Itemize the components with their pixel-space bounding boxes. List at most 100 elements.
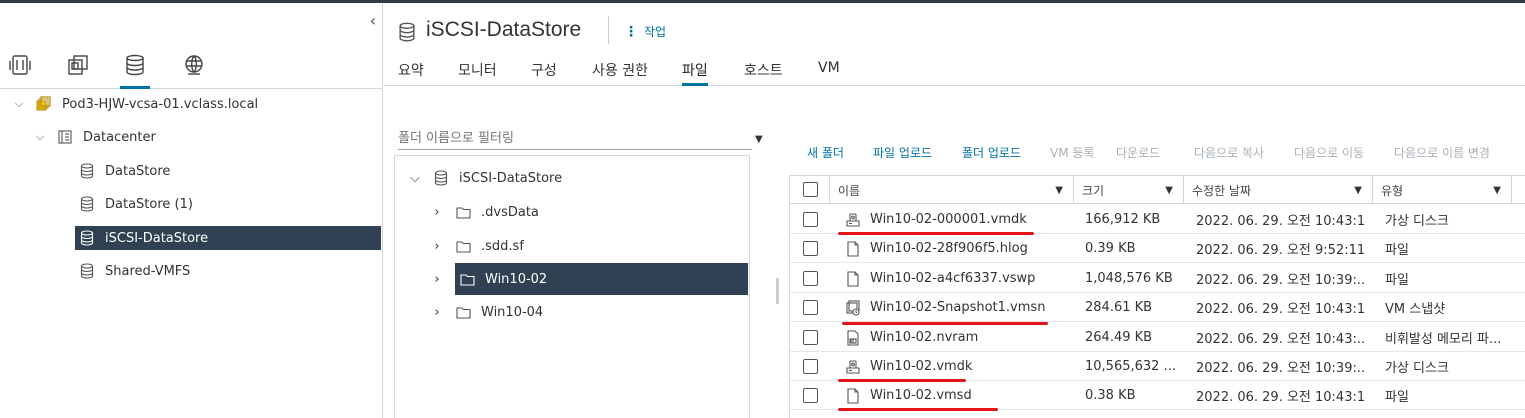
new-folder-button[interactable]: 새 폴더 [807,144,844,161]
file-modified: 2022. 06. 29. 오전 9:52:11 [1196,243,1366,259]
file-type: 가상 디스크 [1385,214,1449,229]
tree-node-iscsi-datastore[interactable]: iSCSI-DataStore [75,226,381,250]
table-row[interactable]: Win10-02-28f906f5.hlog 0.39 KB 2022. 06. 2… [790,234,1525,264]
filter-icon[interactable]: ▼ [1493,185,1501,196]
tab-configure[interactable]: 구성 [531,60,557,86]
filter-icon[interactable]: ▼ [1354,185,1362,196]
nav-tab-vms-templates[interactable] [63,53,93,89]
table-row[interactable]: Win10-02-Snapshot1.vmsn 284.61 KB 2022. 06… [790,293,1525,323]
table-row[interactable]: Win10-02-a4cf6337.vswp 1,048,576 KB 2022. … [790,264,1525,293]
inventory-navigator: ‹ ⌵ Pod3-HJW-vcsa-01.vclass.local ⌵ Data… [0,3,383,418]
file-modified: 2022. 06. 29. 오전 10:39:... [1196,272,1366,288]
file-size: 284.61 KB [1085,300,1153,316]
column-header-type[interactable]: 유형 ▼ [1373,176,1512,204]
row-checkbox[interactable] [803,241,818,257]
virtual-disk-icon [846,359,860,375]
folder-item-selected[interactable]: Win10-02 [455,263,748,295]
upload-file-button[interactable]: 파일 업로드 [873,144,932,161]
file-type: 파일 [1385,390,1409,406]
file-name[interactable]: Win10-02-a4cf6337.vswp [870,264,1070,293]
download-button[interactable]: 다운로드 [1116,144,1160,161]
tree-node-vcenter[interactable]: ⌵ Pod3-HJW-vcsa-01.vclass.local [12,92,381,116]
file-name[interactable]: Win10-02.nvram [870,323,1070,352]
filter-icon[interactable]: ▼ [1055,185,1063,196]
filter-icon[interactable]: ▼ [755,134,763,145]
table-row[interactable]: Win10-02.vmsd 0.38 KB 2022. 06. 29. 오전 10:… [790,381,1525,411]
file-name[interactable]: Win10-02-Snapshot1.vmsn [870,293,1070,322]
filter-icon[interactable]: ▼ [1165,185,1173,196]
file-size: 10,565,632 ... [1085,359,1176,374]
page-title: iSCSI-DataStore [426,18,582,41]
folder-root[interactable]: ⌵ iSCSI-DataStore [407,162,747,194]
chevron-down-icon[interactable]: ⌵ [407,171,423,186]
folder-filter-input[interactable] [398,128,752,150]
folder-tree: ⌵ iSCSI-DataStore › .dvsData › .sdd.sf › [394,155,750,418]
panel-splitter-handle[interactable] [776,278,779,304]
nav-tab-hosts-clusters[interactable] [5,53,35,89]
row-checkbox[interactable] [803,300,818,316]
row-checkbox[interactable] [803,270,818,286]
tab-summary[interactable]: 요약 [398,60,424,86]
datastore-icon [79,230,95,246]
chevron-right-icon[interactable]: › [429,205,445,220]
row-checkbox[interactable] [803,388,818,404]
collapse-navigator-button[interactable]: ‹ [366,13,380,29]
nav-tab-networking[interactable] [179,53,209,89]
folder-label: Win10-04 [481,304,544,320]
file-modified: 2022. 06. 29. 오전 10:43:13 [1196,302,1366,318]
file-name[interactable]: Win10-02.vmsd [870,381,1070,410]
column-header-name[interactable]: 이름 ▼ [830,176,1074,204]
folder-label: .sdd.sf [481,238,524,254]
tree-node-datastore[interactable]: DataStore [79,159,381,183]
datastore-icon [79,196,95,212]
datastore-icon [79,163,95,179]
tree-node-datacenter[interactable]: ⌵ Datacenter [33,125,381,149]
table-row[interactable]: Win10-02.vmdk 10,565,632 ... 2022. 06. 29.… [790,352,1525,381]
file-size: 166,912 KB [1085,212,1161,227]
datacenter-icon [57,129,73,145]
tree-node-datastore-1[interactable]: DataStore (1) [79,192,381,216]
folder-label: iSCSI-DataStore [459,170,563,186]
row-checkbox[interactable] [803,329,818,345]
row-checkbox[interactable] [803,359,818,374]
nav-tab-storage[interactable] [120,53,150,89]
folder-icon [455,204,471,220]
chevron-down-icon[interactable]: ⌵ [33,130,47,144]
folder-label: .dvsData [481,204,539,220]
main-content: iSCSI-DataStore ⋮ 작업 요약 모니터 구성 사용 권한 파일 … [384,3,1525,418]
tab-files[interactable]: 파일 [682,60,708,86]
upload-folder-button[interactable]: 폴더 업로드 [962,144,1021,161]
folder-item[interactable]: › Win10-04 [429,296,747,328]
table-row[interactable]: Win10-02.nvram 264.49 KB 2022. 06. 29. 오전 … [790,323,1525,352]
file-icon [846,388,860,404]
table-row[interactable]: Win10-02-000001.vmdk 166,912 KB 2022. 06. … [790,205,1525,234]
file-name[interactable]: Win10-02-28f906f5.hlog [870,234,1070,263]
chevron-down-icon[interactable]: ⌵ [12,97,26,111]
move-to-button[interactable]: 다음으로 이동 [1294,144,1364,161]
chevron-right-icon[interactable]: › [429,239,445,254]
folder-item[interactable]: › .dvsData [429,196,747,228]
copy-to-button[interactable]: 다음으로 복사 [1194,144,1264,161]
folder-label: Win10-02 [485,271,548,287]
tree-node-label: DataStore (1) [105,196,193,212]
chevron-right-icon[interactable]: › [429,272,445,287]
tree-node-shared-vmfs[interactable]: Shared-VMFS [79,259,381,283]
register-vm-button[interactable]: VM 등록 [1050,144,1094,161]
tab-hosts[interactable]: 호스트 [744,60,783,86]
tab-vms[interactable]: VM [818,60,840,86]
file-name[interactable]: Win10-02.vmdk [870,352,1070,381]
tree-node-label: Datacenter [83,129,156,145]
column-header-size[interactable]: 크기 ▼ [1074,176,1184,204]
tab-monitor[interactable]: 모니터 [458,60,497,86]
row-checkbox[interactable] [803,212,818,227]
chevron-right-icon[interactable]: › [429,305,445,320]
folder-item[interactable]: › .sdd.sf [429,230,747,262]
actions-menu-button[interactable]: ⋮ 작업 [624,23,666,40]
tab-permissions[interactable]: 사용 권한 [592,60,648,86]
file-name[interactable]: Win10-02-000001.vmdk [870,205,1070,234]
rename-to-button[interactable]: 다음으로 이름 변경 [1394,144,1490,161]
datastore-icon [79,263,95,279]
datastore-icon [433,170,449,186]
select-all-checkbox[interactable] [803,182,818,197]
column-header-modified[interactable]: 수정한 날짜 ▼ [1184,176,1373,204]
